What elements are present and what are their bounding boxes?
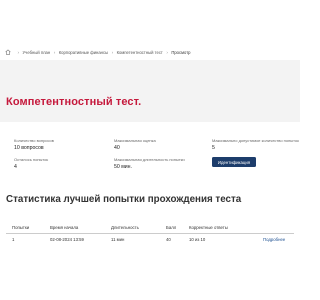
max-attempts-value: 5 [212,144,215,151]
max-score: Максимальная оценка 40 [114,138,156,151]
breadcrumb-item-test[interactable]: Компетентностный тест [117,50,163,55]
cell-start: 02-08-2024 13:59 [50,237,84,242]
breadcrumb-item-plan[interactable]: Учебный план [23,50,51,55]
chevron-right-icon: › [17,49,20,55]
questions-count: Количество вопросов 10 вопросов [14,138,54,151]
home-icon[interactable] [5,49,11,55]
cell-correct: 10 из 10 [189,237,206,242]
details-link[interactable]: Подробнее [263,237,285,242]
identification-button[interactable]: Идентификация [212,157,256,167]
max-duration-value: 50 мин. [114,163,132,170]
max-score-label: Максимальная оценка [114,138,156,143]
page-header-band [0,60,300,122]
questions-count-value: 10 вопросов [14,144,44,151]
remaining-attempts: Осталось попыток 4 [14,157,48,170]
chevron-right-icon: › [166,49,168,55]
remaining-attempts-label: Осталось попыток [14,157,49,162]
max-attempts: Максимально допустимое количество попыто… [212,138,299,151]
stats-title: Статистика лучшей попытки прохождения те… [6,194,242,205]
table-row: 1 02-08-2024 13:59 11 мин 40 10 из 10 По… [6,234,294,245]
col-header-score: Балл [166,225,177,230]
col-header-duration: Длительность [111,225,139,230]
max-duration: Максимальная длительность попытки 50 мин… [114,157,185,170]
cell-duration: 11 мин [111,237,125,242]
breadcrumb: › Учебный план › Корпоративные финансы ›… [0,45,300,59]
stats-table: Попытки Время начала Длительность Балл К… [6,222,294,245]
breadcrumb-item-course[interactable]: Корпоративные финансы [59,50,108,55]
max-attempts-label: Максимально допустимое количество попыто… [212,138,299,143]
max-score-value: 40 [114,144,120,151]
col-header-start: Время начала [50,225,79,230]
col-header-correct: Корректные ответы [189,225,228,230]
questions-count-label: Количество вопросов [14,138,54,143]
col-header-attempts: Попытки [12,225,30,230]
remaining-attempts-value: 4 [14,163,17,170]
max-duration-label: Максимальная длительность попытки [114,157,185,162]
table-header-row: Попытки Время начала Длительность Балл К… [6,222,294,234]
page-title: Компетентностный тест. [6,96,142,108]
chevron-right-icon: › [53,49,56,55]
chevron-right-icon: › [111,49,114,55]
breadcrumb-item-current: Просмотр [171,49,191,55]
cell-score: 40 [166,237,171,242]
cell-attempt: 1 [12,237,15,242]
